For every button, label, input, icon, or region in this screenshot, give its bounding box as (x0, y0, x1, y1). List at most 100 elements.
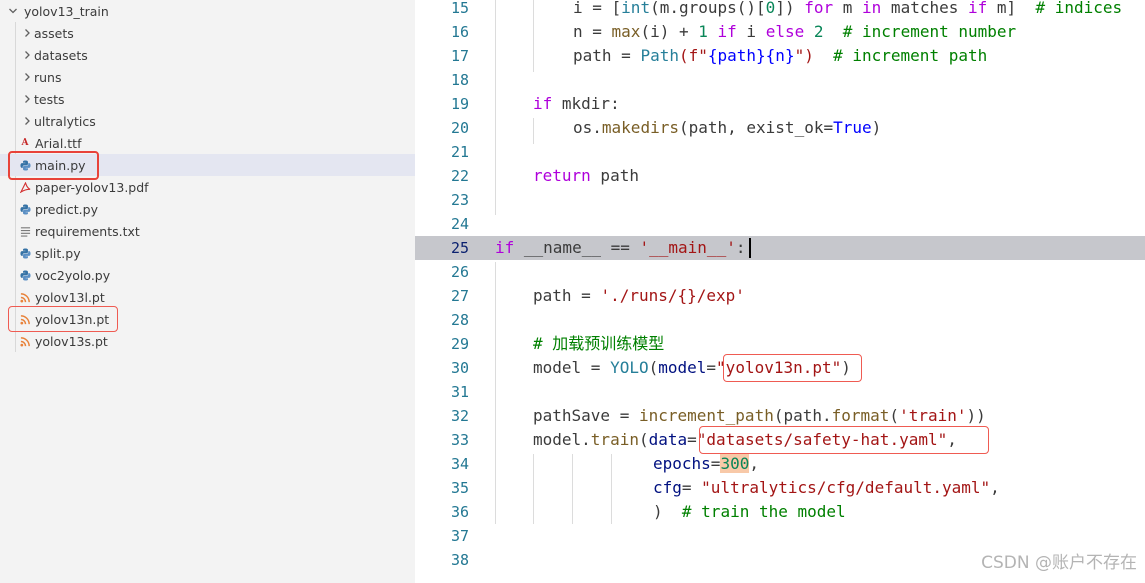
code-token: # increment path (833, 46, 988, 65)
code-token: = (706, 358, 717, 377)
code-line[interactable]: 26 (415, 260, 1145, 284)
line-number: 37 (450, 527, 469, 545)
code-token: ( (638, 430, 649, 449)
explorer-sidebar: yolov13_train assets datasets runs tests ult… (0, 0, 415, 583)
code-token: else (765, 22, 805, 41)
code-token: os. (573, 118, 602, 137)
code-token: model (658, 358, 707, 377)
code-line[interactable]: 20 os.makedirs(path, exist_ok=True) (415, 116, 1145, 140)
folder-tests[interactable]: tests (0, 88, 415, 110)
folder-runs[interactable]: runs (0, 66, 415, 88)
main-py-highlight (8, 151, 99, 180)
code-token: 'train' (899, 406, 967, 425)
line-number: 21 (450, 143, 469, 161)
code-text: path = Path(f"{path}{n}") # increment pa… (573, 44, 987, 68)
code-line[interactable]: 28 (415, 308, 1145, 332)
chevron-down-icon[interactable] (6, 0, 20, 22)
code-token: , (990, 478, 1000, 497)
line-number: 26 (450, 263, 469, 281)
code-token: (m.groups()[ (650, 0, 766, 17)
file-label: assets (34, 25, 74, 41)
code-text: epochs=300, (653, 452, 759, 476)
code-text: if mkdir: (533, 92, 620, 116)
folder-assets[interactable]: assets (0, 22, 415, 44)
code-token: path (590, 166, 639, 185)
line-number: 15 (450, 0, 469, 17)
code-token: (path, exist_ok= (678, 118, 834, 137)
line-number: 35 (450, 479, 469, 497)
code-line[interactable]: 32 pathSave = increment_path(path.format(… (415, 404, 1145, 428)
line-number: 36 (450, 503, 469, 521)
code-line[interactable]: 19 if mkdir: (415, 92, 1145, 116)
file-label: split.py (35, 245, 81, 261)
chevron-right-icon (20, 44, 34, 66)
yolov13n-pt-highlight (8, 306, 118, 332)
line-number: 32 (450, 407, 469, 425)
code-token: in (862, 0, 882, 17)
code-line[interactable]: 16 n = max(i) + 1 if i else 2 # increment… (415, 20, 1145, 44)
file-yolov13s-pt[interactable]: yolov13s.pt (0, 330, 415, 352)
text-file-icon (18, 220, 32, 242)
code-token: '__main__' (639, 238, 736, 257)
code-text: n = max(i) + 1 if i else 2 # increment n… (573, 20, 1016, 44)
code-text: return path (533, 164, 639, 188)
code-line[interactable]: 25 if __name__ == '__main__': (415, 236, 1145, 260)
file-predict-py[interactable]: predict.py (0, 198, 415, 220)
code-line[interactable]: 15 i = [int(m.groups()[0]) for m in match… (415, 0, 1145, 20)
file-voc2yolo-py[interactable]: voc2yolo.py (0, 264, 415, 286)
binary-file-icon (18, 286, 32, 308)
file-yolov13l-pt[interactable]: yolov13l.pt (0, 286, 415, 308)
code-text: if __name__ == '__main__': (495, 236, 745, 260)
code-token: if (533, 94, 553, 113)
code-editor[interactable]: 15 i = [int(m.groups()[0]) for m in match… (415, 0, 1145, 583)
file-label: paper-yolov13.pdf (35, 179, 149, 195)
folder-root[interactable]: yolov13_train (0, 0, 415, 22)
code-token: 1 (698, 22, 708, 41)
code-token: increment_path (638, 406, 774, 425)
code-line[interactable]: 23 (415, 188, 1145, 212)
chevron-right-icon (20, 66, 34, 88)
code-line[interactable]: 29 # 加载预训练模型 (415, 332, 1145, 356)
code-token: i = [ (573, 0, 622, 17)
code-token: True (833, 118, 872, 137)
code-line[interactable]: 35 cfg= "ultralytics/cfg/default.yaml", (415, 476, 1145, 500)
folder-ultralytics[interactable]: ultralytics (0, 110, 415, 132)
code-line[interactable]: 27 path = './runs/{}/exp' (415, 284, 1145, 308)
code-token: YOLO (610, 358, 649, 377)
code-token: model. (533, 430, 591, 449)
code-line[interactable]: 34 epochs=300, (415, 452, 1145, 476)
line-number: 38 (450, 551, 469, 569)
code-token: = (710, 454, 721, 473)
code-token: ]) (775, 0, 805, 17)
code-line[interactable]: 24 (415, 212, 1145, 236)
code-token: ") (794, 46, 834, 65)
python-file-icon (18, 264, 32, 286)
code-token: Path (640, 46, 679, 65)
line-number: 33 (450, 431, 469, 449)
folder-datasets[interactable]: datasets (0, 44, 415, 66)
code-token: matches (881, 0, 968, 17)
file-requirements-txt[interactable]: requirements.txt (0, 220, 415, 242)
code-line[interactable]: 37 (415, 524, 1145, 548)
text-cursor (749, 238, 751, 258)
file-split-py[interactable]: split.py (0, 242, 415, 264)
chevron-right-icon (20, 110, 34, 132)
code-line[interactable]: 22 return path (415, 164, 1145, 188)
dataset-path-highlight (699, 426, 989, 454)
python-file-icon (18, 198, 32, 220)
code-line[interactable]: 17 path = Path(f"{path}{n}") # increment … (415, 44, 1145, 68)
code-token: int (621, 0, 651, 17)
code-token: ) (871, 118, 882, 137)
code-token: n = (573, 22, 612, 41)
code-token: __name__ == (514, 238, 640, 257)
code-line[interactable]: 21 (415, 140, 1145, 164)
code-text: path = './runs/{}/exp' (533, 284, 745, 308)
code-token: : (735, 238, 746, 257)
code-line[interactable]: 18 (415, 68, 1145, 92)
code-token: if (968, 0, 988, 17)
code-line[interactable]: 36) # train the model (415, 500, 1145, 524)
code-token: 2 (813, 22, 824, 41)
line-number: 28 (450, 311, 469, 329)
code-line[interactable]: 31 (415, 380, 1145, 404)
